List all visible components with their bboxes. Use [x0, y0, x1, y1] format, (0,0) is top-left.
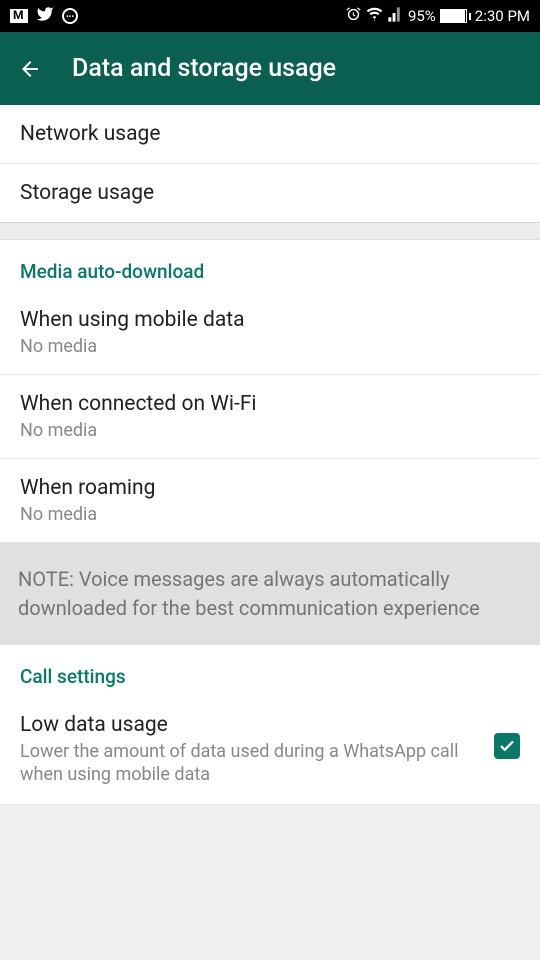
page-title: Data and storage usage — [72, 54, 336, 83]
wifi-item[interactable]: When connected on Wi-Fi No media — [0, 375, 540, 459]
wifi-subtitle: No media — [20, 420, 520, 441]
back-button[interactable] — [18, 57, 42, 81]
network-usage-item[interactable]: Network usage — [0, 105, 540, 164]
battery-icon — [440, 9, 471, 23]
status-right: 95% 2:30 PM — [345, 6, 530, 27]
media-note: NOTE: Voice messages are always automati… — [0, 543, 540, 645]
wifi-title: When connected on Wi-Fi — [20, 392, 520, 416]
section-divider — [0, 222, 540, 240]
network-usage-label: Network usage — [20, 122, 520, 146]
status-time: 2:30 PM — [475, 7, 530, 25]
low-data-desc: Lower the amount of data used during a W… — [20, 740, 479, 787]
low-data-usage-item[interactable]: Low data usage Lower the amount of data … — [0, 696, 540, 805]
low-data-checkbox[interactable] — [494, 733, 520, 759]
call-section-header: Call settings — [0, 645, 540, 696]
roaming-item[interactable]: When roaming No media — [0, 459, 540, 543]
wifi-icon — [366, 6, 383, 27]
gmail-icon — [10, 9, 28, 23]
mobile-data-subtitle: No media — [20, 336, 520, 357]
twitter-icon — [36, 5, 54, 27]
storage-usage-label: Storage usage — [20, 181, 520, 205]
app-bar: Data and storage usage — [0, 32, 540, 105]
mobile-data-title: When using mobile data — [20, 308, 520, 332]
mobile-data-item[interactable]: When using mobile data No media — [0, 291, 540, 375]
media-section-header: Media auto-download — [0, 240, 540, 291]
storage-usage-item[interactable]: Storage usage — [0, 164, 540, 222]
status-bar: ••• 95% 2:30 PM — [0, 0, 540, 32]
usage-section: Network usage Storage usage — [0, 105, 540, 222]
signal-icon — [387, 6, 404, 27]
alarm-icon — [345, 6, 362, 27]
status-left: ••• — [10, 5, 78, 27]
battery-percent: 95% — [408, 7, 436, 25]
low-data-title: Low data usage — [20, 713, 479, 737]
media-section: When using mobile data No media When con… — [0, 291, 540, 543]
notification-dots-icon: ••• — [62, 8, 78, 24]
roaming-title: When roaming — [20, 476, 520, 500]
roaming-subtitle: No media — [20, 504, 520, 525]
